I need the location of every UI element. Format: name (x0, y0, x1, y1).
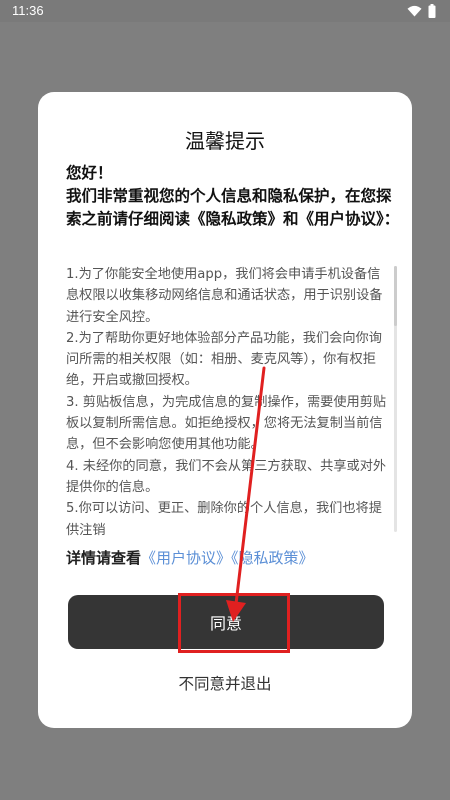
terms-item-3: 3. 剪贴板信息，为完成信息的复制操作，需要使用剪贴板以复制所需信息。如拒绝授权… (66, 394, 387, 453)
user-agreement-link[interactable]: 《用户协议》 (141, 549, 231, 567)
battery-icon (428, 4, 436, 18)
status-bar: 11:36 (0, 0, 450, 22)
details-line: 详情请查看《用户协议》《隐私政策》 (66, 547, 314, 568)
terms-item-4: 4. 未经你的同意，我们不会从第三方获取、共享或对外提供你的信息。 (66, 458, 387, 495)
terms-item-5: 5.你可以访问、更正、删除你的个人信息，我们也将提供注销 (66, 501, 382, 536)
scrollbar-thumb[interactable] (394, 266, 397, 326)
intro-text: 您好！ 我们非常重视您的个人信息和隐私保护，在您探索之前请仔细阅读《隐私政策》和… (66, 162, 400, 231)
status-icons (407, 4, 436, 18)
terms-scroll-area[interactable]: 1.为了你能安全地使用app，我们将会申请手机设备信息权限以收集移动网络信息和通… (66, 264, 392, 536)
terms-item-2: 2.为了帮助你更好地体验部分产品功能，我们会向你询问所需的相关权限（如：相册、麦… (66, 330, 382, 389)
dialog-title: 温馨提示 (185, 129, 265, 153)
wifi-icon (407, 5, 422, 17)
greeting: 您好！ (66, 164, 113, 182)
agree-button[interactable]: 同意 (68, 595, 384, 649)
terms-scrollbar[interactable] (394, 266, 397, 532)
intro-paragraph: 我们非常重视您的个人信息和隐私保护，在您探索之前请仔细阅读《隐私政策》和《用户协… (66, 187, 400, 228)
decline-button[interactable]: 不同意并退出 (38, 672, 412, 694)
status-time: 11:36 (12, 3, 44, 18)
privacy-dialog: 温馨提示 您好！ 我们非常重视您的个人信息和隐私保护，在您探索之前请仔细阅读《隐… (38, 92, 412, 728)
terms-item-1: 1.为了你能安全地使用app，我们将会申请手机设备信息权限以收集移动网络信息和通… (66, 267, 383, 325)
details-label: 详情请查看 (66, 549, 142, 567)
privacy-policy-link[interactable]: 《隐私政策》 (231, 549, 314, 567)
